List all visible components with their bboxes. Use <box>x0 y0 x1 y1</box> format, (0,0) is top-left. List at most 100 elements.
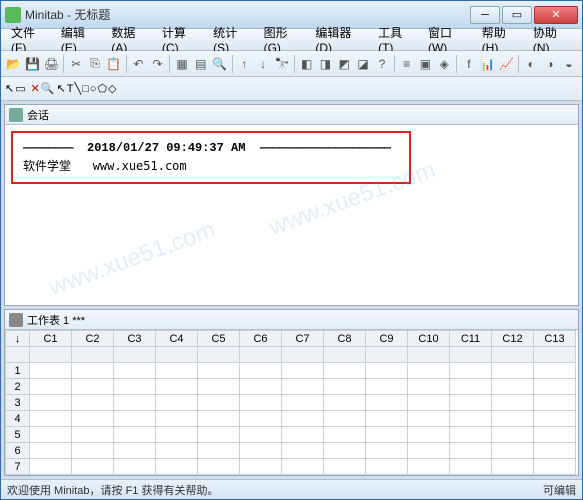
row-header[interactable]: 4 <box>6 411 30 427</box>
cell[interactable] <box>156 395 198 411</box>
col-header[interactable]: C13 <box>534 331 576 347</box>
cell[interactable] <box>534 363 576 379</box>
cell[interactable] <box>114 427 156 443</box>
col-name[interactable] <box>198 347 240 363</box>
tool-icon[interactable]: ◒ <box>560 54 578 74</box>
cell[interactable] <box>324 379 366 395</box>
zoom-icon[interactable]: 🔍 <box>41 82 55 95</box>
tool-icon[interactable]: ▦ <box>173 54 191 74</box>
cell[interactable] <box>408 459 450 475</box>
cell[interactable] <box>366 443 408 459</box>
row-header[interactable]: 7 <box>6 459 30 475</box>
cell[interactable] <box>282 459 324 475</box>
cell[interactable] <box>324 411 366 427</box>
binoculars-icon[interactable]: 🔭 <box>273 54 291 74</box>
row-header[interactable]: 6 <box>6 443 30 459</box>
row-header[interactable]: 2 <box>6 379 30 395</box>
tool-icon[interactable]: ▭ <box>15 82 25 95</box>
col-name[interactable] <box>240 347 282 363</box>
print-icon[interactable]: 🖨 <box>43 54 61 74</box>
tool-icon[interactable]: ◨ <box>317 54 335 74</box>
close-button[interactable]: ✕ <box>534 6 578 24</box>
cell[interactable] <box>408 395 450 411</box>
cell[interactable] <box>30 363 72 379</box>
cell[interactable] <box>114 363 156 379</box>
cell[interactable] <box>240 395 282 411</box>
cell[interactable] <box>492 395 534 411</box>
cell[interactable] <box>114 443 156 459</box>
corner-cell[interactable] <box>6 347 30 363</box>
minimize-button[interactable]: ─ <box>470 6 500 24</box>
cell[interactable] <box>450 379 492 395</box>
cell[interactable] <box>534 443 576 459</box>
cell[interactable] <box>72 411 114 427</box>
col-header[interactable]: C7 <box>282 331 324 347</box>
cell[interactable] <box>492 363 534 379</box>
col-header[interactable]: C6 <box>240 331 282 347</box>
session-body[interactable]: ———————— 2018/01/27 09:49:37 AM ————————… <box>5 125 578 305</box>
cell[interactable] <box>324 363 366 379</box>
col-header[interactable]: C3 <box>114 331 156 347</box>
text-icon[interactable]: T <box>67 83 74 95</box>
cell[interactable] <box>30 427 72 443</box>
chart-icon[interactable]: 📈 <box>498 54 516 74</box>
tool-icon[interactable]: ◧ <box>298 54 316 74</box>
cell[interactable] <box>492 379 534 395</box>
col-header[interactable]: C2 <box>72 331 114 347</box>
cell[interactable] <box>408 411 450 427</box>
cell[interactable] <box>282 411 324 427</box>
col-header[interactable]: C8 <box>324 331 366 347</box>
cell[interactable] <box>450 427 492 443</box>
tool-icon[interactable]: ▤ <box>192 54 210 74</box>
cell[interactable] <box>72 443 114 459</box>
cell[interactable] <box>408 427 450 443</box>
cell[interactable] <box>198 411 240 427</box>
cell[interactable] <box>282 427 324 443</box>
cell[interactable] <box>72 459 114 475</box>
cell[interactable] <box>240 427 282 443</box>
cell[interactable] <box>114 395 156 411</box>
pointer-icon[interactable]: ↖ <box>5 82 14 95</box>
paste-icon[interactable]: 📋 <box>105 54 123 74</box>
row-header[interactable]: 8 <box>6 475 30 476</box>
line-icon[interactable]: ╲ <box>75 82 82 95</box>
cell[interactable] <box>72 427 114 443</box>
cell[interactable] <box>240 363 282 379</box>
cell[interactable] <box>324 395 366 411</box>
cell[interactable] <box>492 443 534 459</box>
cell[interactable] <box>198 475 240 476</box>
cell[interactable] <box>492 427 534 443</box>
tool-icon[interactable]: ◈ <box>435 54 453 74</box>
cell[interactable] <box>240 411 282 427</box>
help-icon[interactable]: ? <box>373 54 391 74</box>
tool-icon[interactable]: ↑ <box>235 54 253 74</box>
cell[interactable] <box>156 459 198 475</box>
cell[interactable] <box>114 459 156 475</box>
cell[interactable] <box>408 379 450 395</box>
row-header[interactable]: 1 <box>6 363 30 379</box>
cell[interactable] <box>156 411 198 427</box>
pointer-icon[interactable]: ↖ <box>57 82 66 95</box>
cell[interactable] <box>450 395 492 411</box>
cell[interactable] <box>534 475 576 476</box>
cell[interactable] <box>450 443 492 459</box>
chart-icon[interactable]: 📊 <box>479 54 497 74</box>
col-header[interactable]: C1 <box>30 331 72 347</box>
cell[interactable] <box>114 379 156 395</box>
cell[interactable] <box>198 443 240 459</box>
cell[interactable] <box>366 363 408 379</box>
cell[interactable] <box>450 459 492 475</box>
cell[interactable] <box>534 395 576 411</box>
col-name[interactable] <box>450 347 492 363</box>
cell[interactable] <box>114 475 156 476</box>
worksheet-grid[interactable]: ↓ C1 C2 C3 C4 C5 C6 C7 C8 C9 C10 C11 <box>5 330 576 475</box>
cell[interactable] <box>198 427 240 443</box>
col-header[interactable]: C4 <box>156 331 198 347</box>
worksheet-body[interactable]: ↓ C1 C2 C3 C4 C5 C6 C7 C8 C9 C10 C11 <box>5 330 578 475</box>
cell[interactable] <box>198 379 240 395</box>
col-header[interactable]: C10 <box>408 331 450 347</box>
cell[interactable] <box>30 443 72 459</box>
col-header[interactable]: C5 <box>198 331 240 347</box>
cell[interactable] <box>324 459 366 475</box>
poly-icon[interactable]: ⬠ <box>97 82 107 95</box>
